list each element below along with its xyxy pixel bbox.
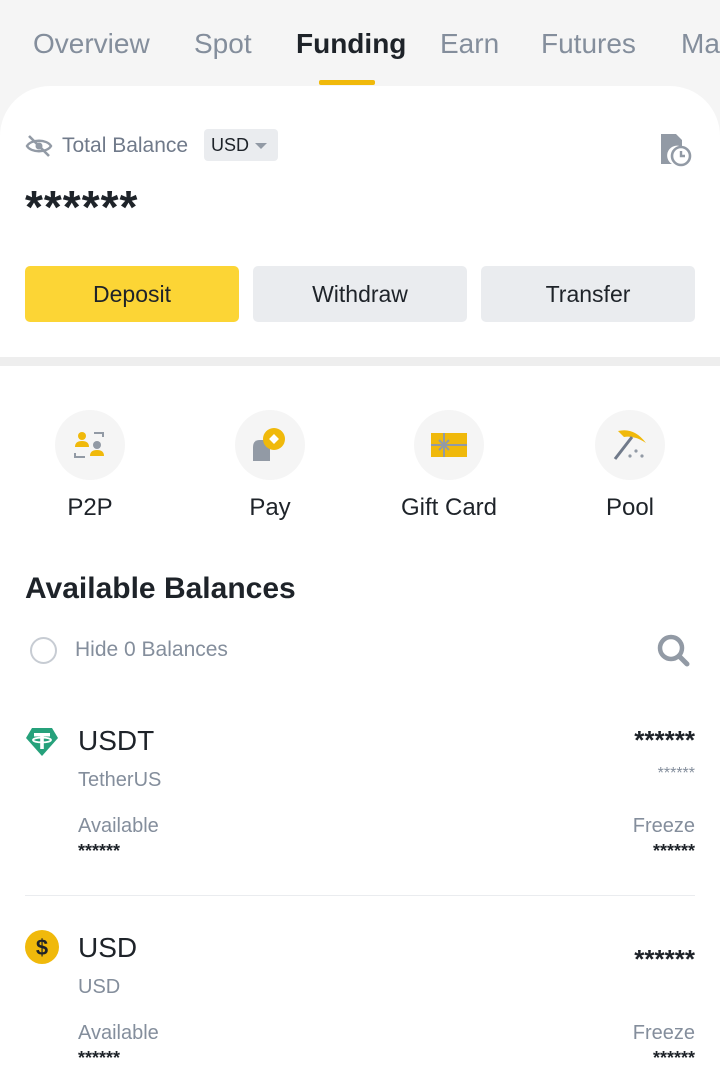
row-divider [25,895,695,896]
pool-pickaxe-icon [613,430,646,460]
asset-total: ****** [634,944,695,974]
asset-name: TetherUS [78,769,162,791]
service-pay[interactable]: Pay [195,410,345,522]
available-label: Available [78,1022,159,1044]
freeze-label: Freeze [632,1022,695,1044]
asset-row-usd[interactable]: $ USD USD ****** Available ****** Freeze… [0,930,720,1079]
tab-earn[interactable]: Earn [440,28,499,60]
service-label: Gift Card [400,494,498,521]
hide-zero-balances-checkbox[interactable] [30,637,57,664]
freeze-value: ****** [652,1048,695,1068]
tab-spot[interactable]: Spot [194,28,252,60]
available-balances-title: Available Balances [25,572,296,605]
currency-select[interactable]: USD [204,129,278,161]
service-label: Pool [605,494,655,521]
pay-icon [253,428,285,461]
service-p2p[interactable]: P2P [15,410,165,522]
freeze-label: Freeze [632,815,695,837]
asset-symbol: USD [78,932,138,963]
dollar-coin-icon: $ [25,930,59,964]
total-balance-label: Total Balance [62,134,189,157]
section-divider [0,357,720,366]
service-pool[interactable]: Pool [555,410,705,522]
service-label: P2P [67,494,113,521]
tab-overview[interactable]: Overview [33,28,150,60]
freeze-value: ****** [652,841,695,861]
service-gift-card[interactable]: Gift Card [374,410,524,522]
active-tab-indicator [319,80,375,85]
svg-text:$: $ [36,935,48,960]
total-balance-value: ****** [25,181,139,233]
available-label: Available [78,815,159,837]
p2p-icon [74,432,104,458]
eye-hidden-icon[interactable] [25,134,53,158]
available-value: ****** [78,841,121,861]
withdraw-button[interactable]: Withdraw [253,266,467,322]
transfer-button[interactable]: Transfer [481,266,695,322]
tab-funding[interactable]: Funding [296,28,406,60]
tab-futures[interactable]: Futures [541,28,636,60]
gift-card-icon [431,433,467,457]
hide-zero-balances-label[interactable]: Hide 0 Balances [75,638,228,662]
search-icon[interactable] [656,633,690,667]
service-label: Pay [249,494,291,521]
deposit-button[interactable]: Deposit [25,266,239,322]
asset-total: ****** [634,725,695,755]
asset-usd-value: ****** [657,765,695,782]
available-value: ****** [78,1048,121,1068]
asset-name: USD [78,976,121,998]
tether-icon [26,728,58,756]
top-tab-bar: Overview Spot Funding Earn Futures Ma [0,0,720,90]
currency-value: USD [211,135,250,155]
asset-symbol: USDT [78,725,155,756]
document-history-icon[interactable] [658,133,692,167]
tab-margin[interactable]: Ma [681,28,720,60]
caret-down-icon [255,143,267,149]
